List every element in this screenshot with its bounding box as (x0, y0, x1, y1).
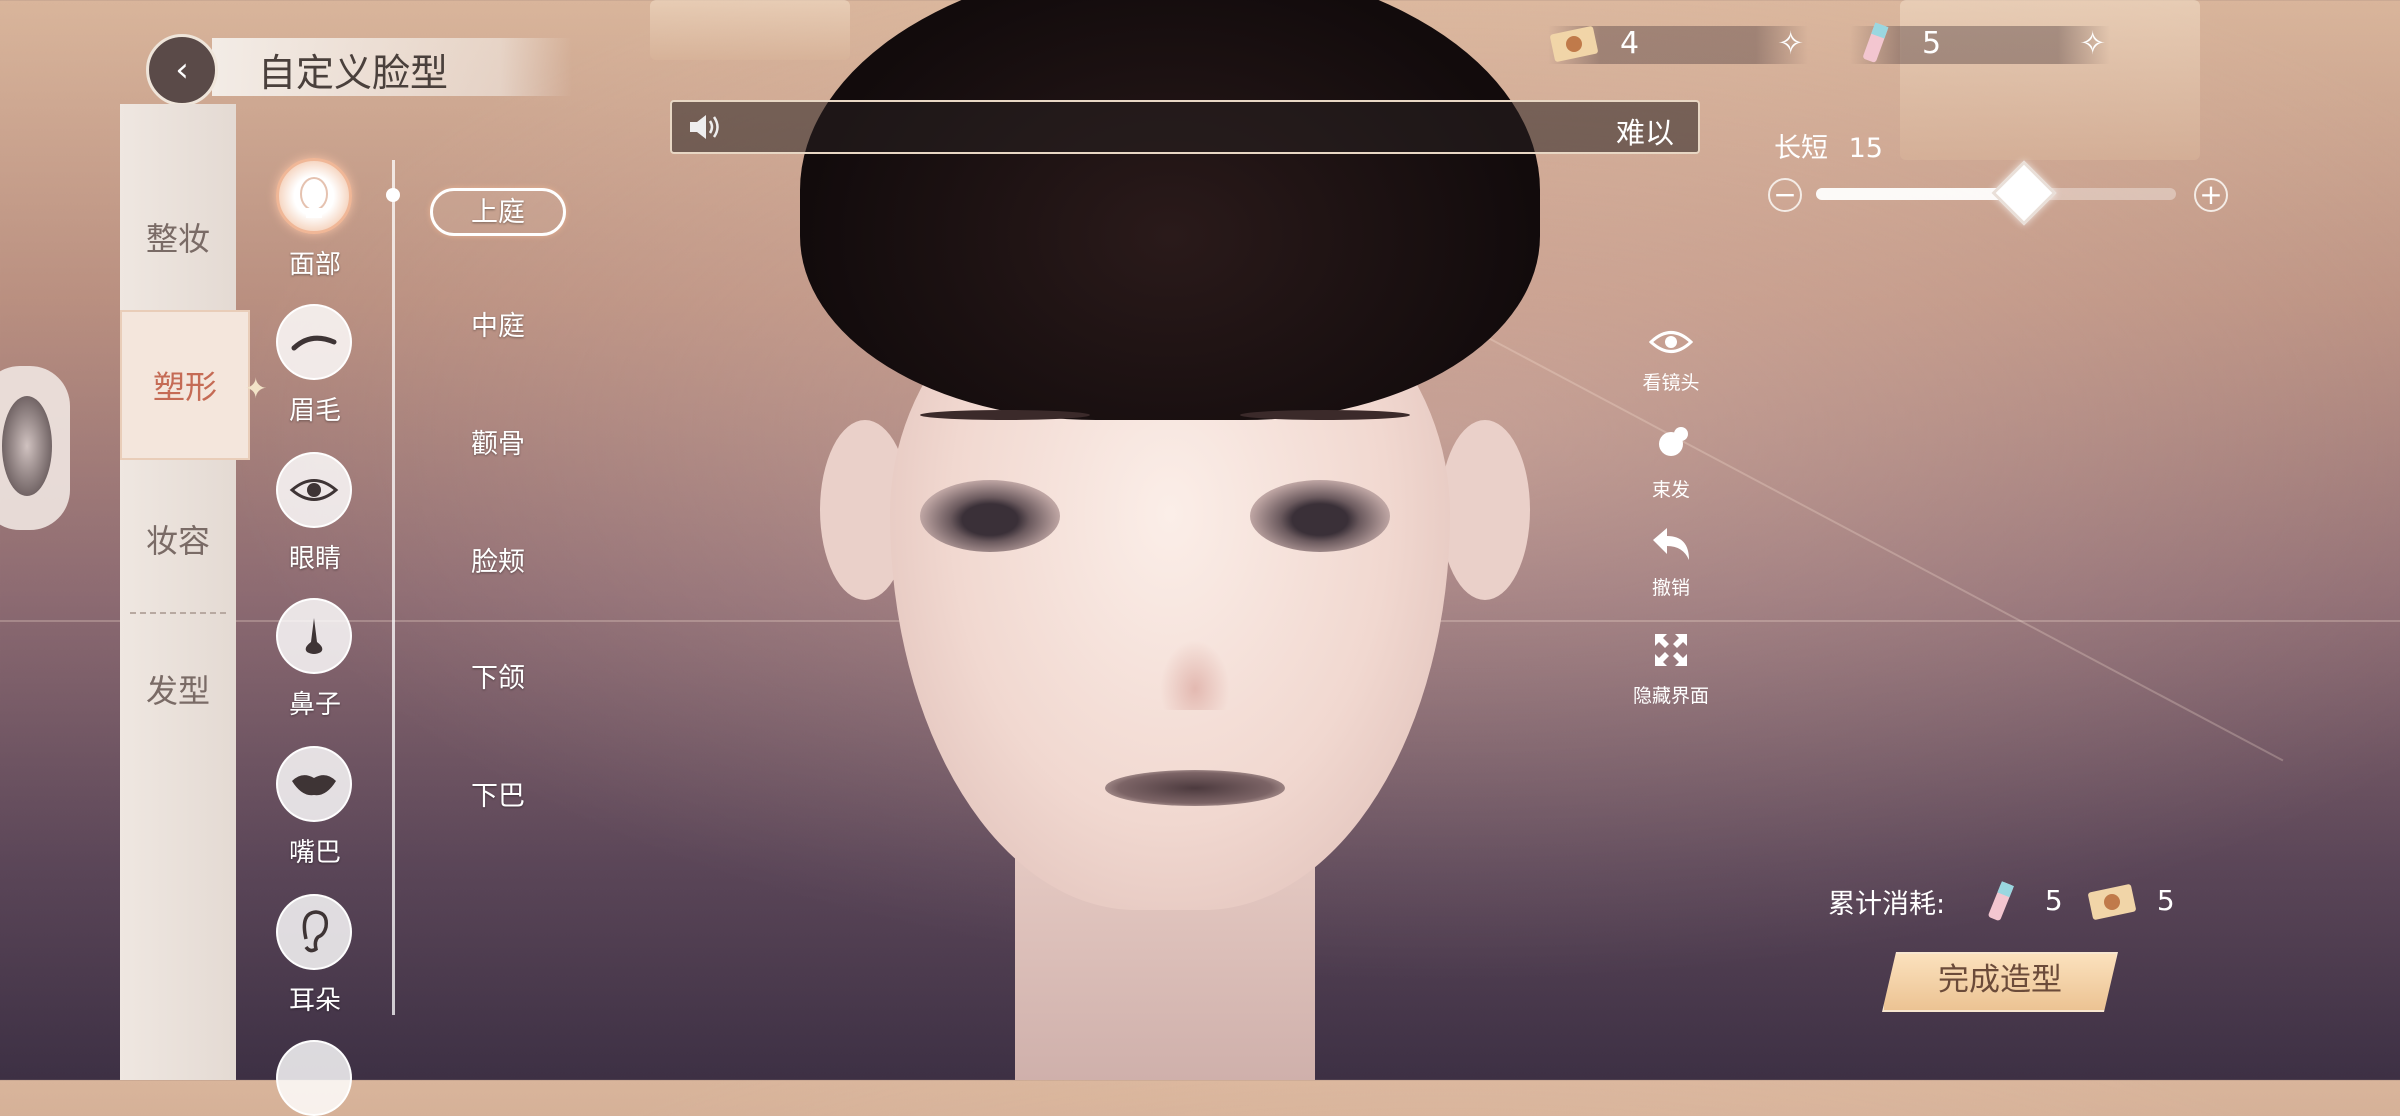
part-eyebrow[interactable]: 眉毛 (276, 304, 354, 427)
character-avatar[interactable] (760, 0, 1580, 1080)
character-portrait-tab[interactable] (0, 366, 70, 530)
tool-look-label: 看镜头 (1642, 372, 1700, 394)
avatar-mouth (1105, 770, 1285, 806)
currency-tube-value: 5 (1922, 26, 1942, 61)
subcategory-upper-face[interactable]: 上庭 (430, 188, 566, 236)
part-eyebrow-label: 眉毛 (288, 396, 341, 426)
avatar-brow-right (1240, 410, 1410, 420)
tool-hide-ui[interactable]: 隐藏界面 (1616, 630, 1726, 708)
currency-ticket-value: 4 (1620, 26, 1640, 61)
part-mouth[interactable]: 嘴巴 (276, 746, 354, 869)
tool-tie-hair[interactable]: 束发 (1616, 424, 1726, 502)
ear-icon (276, 894, 352, 970)
currency-tube: 5 ✧ (1850, 22, 2110, 64)
tool-hide-label: 隐藏界面 (1632, 685, 1709, 707)
voice-text: 难以 (1615, 116, 1674, 150)
avatar-hair (800, 0, 1540, 420)
part-nose-label: 鼻子 (288, 690, 341, 720)
face-icon (276, 158, 352, 234)
part-nose[interactable]: 鼻子 (276, 598, 354, 721)
add-sparkle-icon[interactable]: ✧ (1777, 24, 1804, 62)
tool-undo-label: 撤销 (1651, 577, 1690, 599)
cost-label: 累计消耗: (1828, 889, 1946, 920)
slider-label: 长短 15 (1774, 126, 1883, 165)
ticket-icon (2088, 884, 2136, 920)
tube-icon (1988, 881, 2014, 921)
eye-look-icon (1616, 326, 1726, 366)
subcategory-cheek[interactable]: 脸颊 (430, 540, 566, 579)
subcategory-mid-face[interactable]: 中庭 (430, 304, 566, 343)
currency-ticket: 4 ✧ (1548, 24, 1808, 64)
tool-tie-label: 束发 (1651, 479, 1690, 501)
part-ear[interactable]: 耳朵 (276, 894, 354, 1017)
portrait-thumbnail (2, 396, 52, 496)
part-more[interactable] (276, 1040, 354, 1116)
slider-fill (1816, 188, 2022, 200)
cost-ticket: 5 (2086, 880, 2175, 924)
undo-icon (1616, 526, 1726, 571)
avatar-ear-right (1440, 420, 1530, 600)
background-window (1900, 0, 2200, 160)
avatar-eye-left (920, 480, 1060, 552)
category-makeup-preset[interactable]: 整妆 (120, 214, 236, 260)
tool-undo[interactable]: 撤销 (1616, 526, 1726, 600)
cost-tube-value: 5 (2044, 884, 2063, 917)
slider-plus-button[interactable]: + (2194, 178, 2228, 212)
subcategory-track (392, 160, 395, 1015)
part-mouth-label: 嘴巴 (288, 838, 341, 868)
slider-minus-button[interactable]: − (1768, 178, 1802, 212)
cost-ticket-value: 5 (2156, 884, 2175, 917)
tube-icon (1850, 22, 1902, 66)
hair-tie-icon (1616, 424, 1726, 473)
subcategory-cheekbone[interactable]: 颧骨 (430, 422, 566, 461)
category-makeup[interactable]: 妆容 (120, 516, 236, 562)
back-button[interactable]: ‹ (146, 34, 218, 106)
avatar-nose (1160, 640, 1230, 710)
avatar-eye-right (1250, 480, 1390, 552)
complete-look-button[interactable]: 完成造型 (1882, 952, 2118, 1012)
sparkle-icon: ✦ (244, 372, 268, 405)
subcategory-jaw[interactable]: 下颌 (430, 656, 566, 695)
subcategory-chin[interactable]: 下巴 (430, 774, 566, 813)
ticket-icon (1548, 22, 1600, 66)
rail-divider (130, 612, 226, 614)
part-eye-label: 眼睛 (288, 544, 341, 574)
lips-icon (276, 746, 352, 822)
part-eye[interactable]: 眼睛 (276, 452, 354, 575)
add-sparkle-icon[interactable]: ✧ (2079, 24, 2106, 62)
avatar-brow-left (920, 410, 1090, 420)
category-shaping[interactable]: 塑形 (120, 310, 250, 460)
voice-banner: 难以 (670, 100, 1700, 154)
eye-icon (276, 452, 352, 528)
category-shaping-label: 塑形 (152, 368, 217, 406)
slider-name: 长短 (1774, 133, 1828, 164)
more-part-icon (276, 1040, 352, 1116)
part-face[interactable]: 面部 (276, 158, 354, 281)
part-face-label: 面部 (288, 250, 341, 280)
cost-tube: 5 (1980, 880, 2063, 924)
back-icon: ‹ (175, 50, 189, 90)
page-title: 自定义脸型 (258, 51, 449, 95)
nose-icon (276, 598, 352, 674)
category-hairstyle[interactable]: 发型 (120, 666, 236, 712)
eyebrow-icon (276, 304, 352, 380)
speaker-icon[interactable] (686, 109, 722, 145)
part-ear-label: 耳朵 (288, 986, 341, 1016)
tool-look-at-camera[interactable]: 看镜头 (1616, 326, 1726, 395)
subcategory-marker (386, 188, 400, 202)
hide-ui-icon (1616, 630, 1726, 679)
slider-value: 15 (1848, 133, 1883, 164)
slider-thumb[interactable] (1991, 160, 2057, 226)
